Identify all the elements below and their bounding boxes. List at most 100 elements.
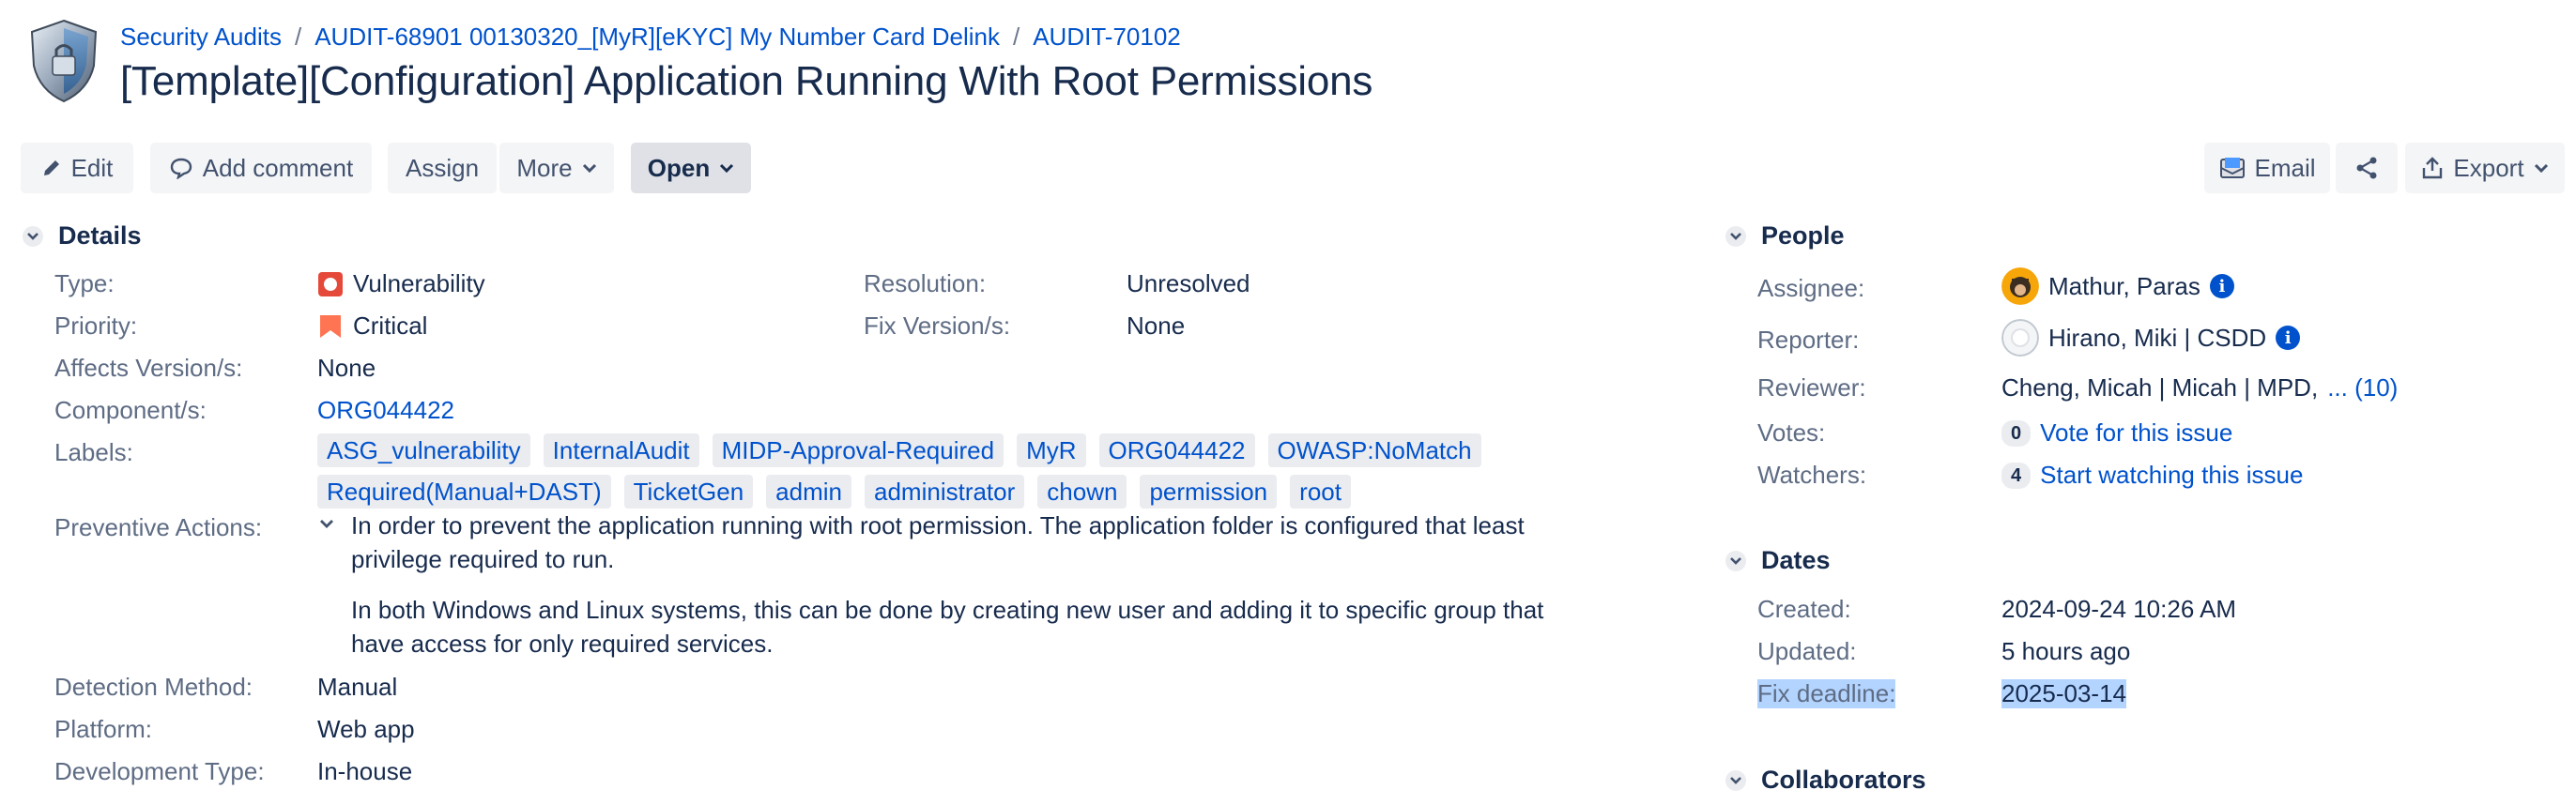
components-label: Component/s: — [54, 396, 207, 424]
people-heading: People — [1761, 221, 1845, 250]
chevron-down-icon[interactable] — [317, 518, 336, 531]
info-icon[interactable]: i — [2209, 274, 2234, 298]
reviewer-names[interactable]: Cheng, Micah | Micah | MPD, — [2001, 373, 2318, 402]
assign-button-label: Assign — [405, 153, 480, 182]
label-chip[interactable]: ASG_vulnerability — [317, 433, 530, 467]
label-chip[interactable]: Required(Manual+DAST) — [317, 475, 611, 509]
pencil-icon — [43, 160, 59, 175]
vulnerability-icon — [318, 271, 343, 296]
avatar[interactable] — [2001, 319, 2039, 357]
collaborators-heading: Collaborators — [1761, 766, 1926, 794]
details-section-toggle[interactable]: Details — [23, 221, 142, 251]
export-button[interactable]: Export — [2405, 143, 2565, 193]
reporter-name[interactable]: Hirano, Miki | CSDD — [2048, 324, 2266, 353]
breadcrumb-parent-link[interactable]: AUDIT-68901 00130320_[MyR][eKYC] My Numb… — [314, 23, 1000, 52]
label-chip[interactable]: TicketGen — [623, 475, 754, 509]
assignee-label: Assignee: — [1757, 274, 1865, 302]
preventive-actions-value: In order to prevent the application runn… — [317, 509, 1575, 661]
priority-value: Critical — [317, 311, 427, 341]
fix-deadline-value: 2025-03-14 — [2001, 679, 2126, 708]
created-value: 2024-09-24 10:26 AM — [2001, 595, 2237, 623]
affects-versions-label: Affects Version/s: — [54, 354, 243, 382]
vote-link[interactable]: Vote for this issue — [2040, 418, 2232, 448]
email-button-label: Email — [2254, 153, 2316, 182]
label-chip[interactable]: root — [1290, 475, 1351, 509]
label-chip[interactable]: permission — [1140, 475, 1278, 509]
detection-method-label: Detection Method: — [54, 673, 253, 701]
votes-value: 0 Vote for this issue — [2001, 418, 2232, 448]
type-label: Type: — [54, 269, 115, 297]
dates-section-toggle[interactable]: Dates — [1725, 546, 1831, 575]
chevron-down-icon — [23, 225, 43, 247]
breadcrumb-project-link[interactable]: Security Audits — [120, 23, 282, 52]
development-type-value: In-house — [317, 757, 413, 785]
reporter-value: Hirano, Miki | CSDD i — [2001, 319, 2301, 357]
preventive-actions-label: Preventive Actions: — [54, 513, 263, 541]
labels-list: ASG_vulnerability InternalAudit MIDP-Appro… — [317, 433, 1491, 509]
preventive-actions-paragraph: In both Windows and Linux systems, this … — [351, 596, 1544, 658]
resolution-value: Unresolved — [1127, 269, 1250, 297]
share-button[interactable] — [2336, 143, 2398, 193]
reporter-label: Reporter: — [1757, 326, 1860, 354]
export-button-label: Export — [2453, 153, 2524, 182]
watchers-label: Watchers: — [1757, 461, 1867, 489]
preventive-actions-paragraph: In order to prevent the application runn… — [351, 511, 1525, 573]
dates-heading: Dates — [1761, 546, 1831, 574]
people-section-toggle[interactable]: People — [1725, 221, 1845, 251]
breadcrumb: Security Audits / AUDIT-68901 00130320_[… — [120, 23, 1181, 52]
critical-priority-icon — [320, 314, 341, 338]
more-button[interactable]: More — [499, 143, 614, 193]
watchers-count-badge: 4 — [2001, 462, 2032, 489]
platform-value: Web app — [317, 715, 415, 743]
export-icon — [2423, 157, 2443, 179]
chevron-down-icon — [1725, 769, 1746, 791]
platform-label: Platform: — [54, 715, 153, 743]
chevron-down-icon — [582, 163, 596, 174]
label-chip[interactable]: MyR — [1017, 433, 1086, 467]
status-transition-button[interactable]: Open — [631, 143, 751, 193]
component-link[interactable]: ORG044422 — [317, 396, 454, 425]
add-comment-button-label: Add comment — [202, 153, 354, 182]
chevron-down-icon — [720, 163, 734, 174]
add-comment-button[interactable]: Add comment — [150, 143, 372, 193]
chevron-down-icon — [2534, 163, 2548, 174]
edit-button[interactable]: Edit — [21, 143, 133, 193]
chevron-down-icon — [1725, 550, 1746, 571]
assign-button[interactable]: Assign — [388, 143, 497, 193]
priority-label: Priority: — [54, 311, 138, 340]
breadcrumb-issue-key-link[interactable]: AUDIT-70102 — [1033, 23, 1181, 52]
collaborators-section-toggle[interactable]: Collaborators — [1725, 766, 1926, 795]
created-label: Created: — [1757, 595, 1851, 623]
assignee-value: Mathur, Paras i — [2001, 267, 2234, 305]
label-chip[interactable]: InternalAudit — [543, 433, 699, 467]
watch-link[interactable]: Start watching this issue — [2040, 461, 2303, 490]
issue-toolbar: Edit Add comment Assign More Open Email — [21, 143, 2565, 193]
avatar[interactable] — [2001, 267, 2039, 305]
priority-value-text: Critical — [353, 311, 428, 340]
updated-value: 5 hours ago — [2001, 637, 2131, 665]
fix-versions-value: None — [1127, 311, 1186, 340]
fix-deadline-label: Fix deadline: — [1757, 679, 1896, 708]
breadcrumb-separator: / — [1012, 23, 1020, 51]
detection-method-value: Manual — [317, 673, 398, 701]
label-chip[interactable]: ORG044422 — [1098, 433, 1255, 467]
issue-title[interactable]: [Template][Configuration] Application Ru… — [120, 58, 1372, 105]
label-chip[interactable]: administrator — [865, 475, 1025, 509]
reviewer-label: Reviewer: — [1757, 373, 1866, 402]
breadcrumb-separator: / — [294, 23, 302, 51]
assignee-name[interactable]: Mathur, Paras — [2048, 272, 2200, 301]
label-chip[interactable]: admin — [766, 475, 851, 509]
shield-icon[interactable] — [26, 17, 101, 103]
email-button[interactable]: Email — [2204, 143, 2330, 193]
updated-label: Updated: — [1757, 637, 1857, 665]
edit-button-label: Edit — [70, 153, 114, 182]
share-icon — [2356, 157, 2377, 179]
label-chip[interactable]: OWASP:NoMatch — [1267, 433, 1481, 467]
info-icon[interactable]: i — [2276, 326, 2301, 350]
reviewer-more-link[interactable]: ... (10) — [2327, 373, 2398, 402]
label-chip[interactable]: chown — [1037, 475, 1127, 509]
more-button-label: More — [516, 153, 573, 182]
label-chip[interactable]: MIDP-Approval-Required — [712, 433, 1004, 467]
details-heading: Details — [58, 221, 142, 250]
reviewer-value: Cheng, Micah | Micah | MPD, ... (10) — [2001, 373, 2398, 402]
